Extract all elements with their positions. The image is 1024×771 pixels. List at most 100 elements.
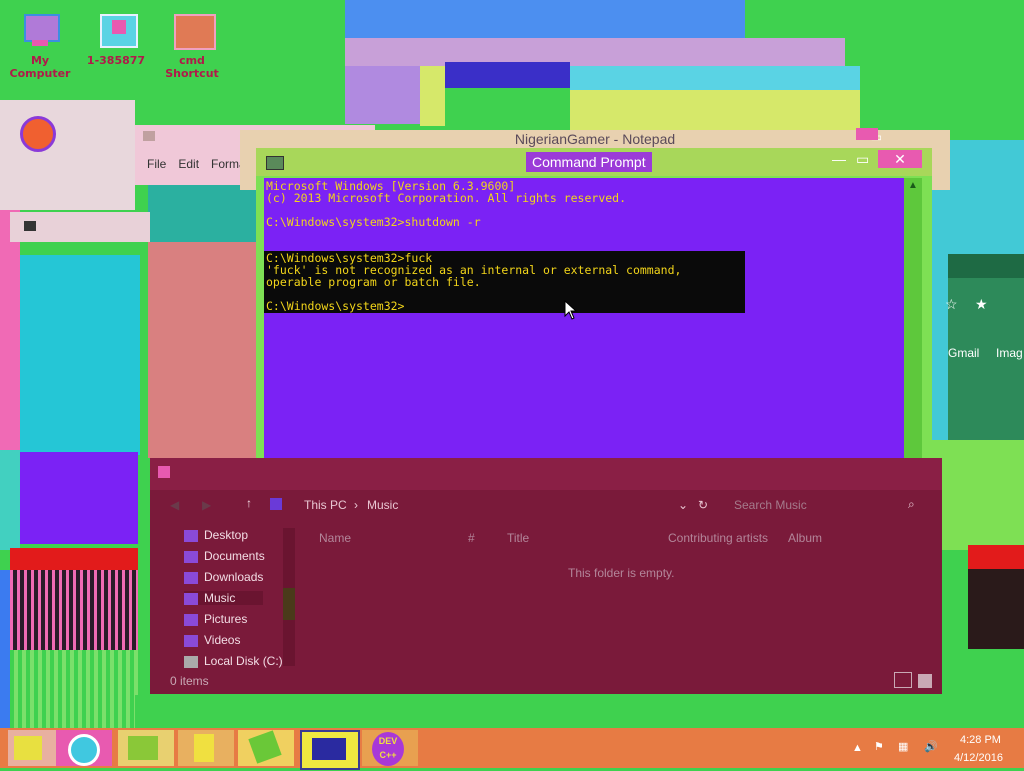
cmd-output: Microsoft Windows [Version 6.3.9600] (c)…	[266, 180, 681, 312]
console-window-fragment[interactable]	[10, 212, 150, 242]
chevron-down-icon[interactable]: ⌄	[678, 498, 688, 512]
taskbar-notepad[interactable]	[178, 730, 234, 766]
close-button[interactable]	[856, 128, 878, 140]
music-folder-icon	[270, 498, 282, 510]
tray-date[interactable]: 4/12/2016	[954, 752, 1003, 764]
nav-item-pictures[interactable]: Pictures	[184, 612, 247, 626]
address-bar[interactable]: ◀ ▶ ↑ This PC › Music ⌄ ↻ Search Music ⌕	[150, 490, 942, 520]
column-title[interactable]: Title	[507, 531, 529, 545]
notepad-title: NigerianGamer - Notepad	[514, 131, 676, 147]
bg-block	[570, 90, 860, 130]
scroll-thumb[interactable]	[283, 588, 295, 620]
nav-label: Pictures	[204, 612, 248, 626]
column-number[interactable]: #	[468, 531, 475, 545]
bg-block	[0, 450, 20, 550]
menu-edit[interactable]: Edit	[178, 157, 199, 171]
back-icon[interactable]: ◀	[170, 498, 179, 512]
bg-block	[420, 66, 445, 126]
nav-scrollbar[interactable]	[283, 528, 295, 666]
cmd-titlebar[interactable]: Command Prompt — ▭ ✕	[256, 148, 932, 176]
large-icons-view-icon[interactable]	[918, 674, 932, 688]
desktop-icon	[184, 529, 198, 542]
firefox-icon	[14, 112, 56, 152]
nav-label: Desktop	[204, 528, 249, 542]
nav-item-documents[interactable]: Documents	[184, 549, 265, 563]
bg-block	[135, 695, 970, 728]
column-album[interactable]: Album	[788, 531, 822, 545]
nav-item-local-disk[interactable]: Local Disk (C:)	[184, 654, 283, 668]
console-icon	[312, 738, 346, 760]
desktop-icon-my-computer[interactable]: My Computer	[0, 12, 80, 80]
images-link[interactable]: Imag	[996, 346, 1023, 360]
bg-block	[968, 545, 1024, 569]
command-prompt-window[interactable]: Command Prompt — ▭ ✕ Microsoft Windows […	[256, 148, 932, 488]
taskbar-winrar[interactable]	[238, 730, 294, 766]
desktop-icon-label: My Computer	[9, 54, 71, 80]
taskbar-chrome[interactable]	[56, 730, 112, 766]
bg-block	[968, 569, 1024, 649]
menu-file[interactable]: File	[147, 157, 166, 171]
bg-block	[20, 255, 140, 455]
taskbar-file-manager[interactable]	[118, 730, 174, 766]
desktop-icon-firefox[interactable]	[4, 112, 64, 154]
terminal-icon	[172, 12, 216, 50]
show-hidden-icons[interactable]: ▲	[852, 742, 863, 754]
bookmark-icon[interactable]: ☆	[945, 296, 958, 313]
gmail-link[interactable]: Gmail	[948, 346, 979, 360]
cmd-output-area[interactable]: Microsoft Windows [Version 6.3.9600] (c)…	[264, 178, 912, 480]
pictures-icon	[184, 613, 198, 626]
taskbar-command-prompt[interactable]	[300, 730, 360, 770]
close-button[interactable]: ✕	[878, 150, 922, 168]
volume-icon[interactable]: 🔊	[924, 740, 938, 753]
network-icon[interactable]: ▦	[898, 740, 908, 753]
chevron-up-icon[interactable]: ▲	[908, 180, 918, 191]
desktop-icon-cmd-shortcut[interactable]: cmd Shortcut	[152, 12, 232, 80]
nav-item-downloads[interactable]: Downloads	[184, 570, 263, 584]
cmd-line: (c) 2013 Microsoft Corporation. All righ…	[266, 191, 627, 205]
star-icon[interactable]: ★	[975, 296, 988, 313]
maximize-button[interactable]: ▭	[856, 150, 869, 168]
desktop-icon-label: 1-385877	[86, 54, 146, 67]
bg-block	[20, 452, 138, 544]
desktop-icon-file[interactable]: 1-385877	[76, 12, 156, 67]
bg-block	[345, 38, 845, 66]
nav-item-desktop[interactable]: Desktop	[184, 528, 248, 542]
breadcrumb-this-pc[interactable]: This PC	[304, 498, 347, 512]
nav-label: Videos	[204, 633, 241, 647]
cmd-line: C:\Windows\system32>shutdown -r	[266, 215, 481, 229]
search-input[interactable]: Search Music	[734, 498, 807, 512]
column-contributing-artists[interactable]: Contributing artists	[668, 531, 768, 545]
chrome-icon	[68, 734, 100, 766]
column-name[interactable]: Name	[319, 531, 351, 545]
downloads-icon	[184, 571, 198, 584]
folder-icon	[14, 736, 42, 760]
nav-item-music[interactable]: Music	[184, 591, 264, 605]
forward-icon[interactable]: ▶	[202, 498, 211, 512]
desktop-icon-label: cmd Shortcut	[165, 54, 219, 80]
nav-item-videos[interactable]: Videos	[184, 633, 240, 647]
file-manager-icon	[128, 736, 158, 760]
folder-icon	[158, 466, 170, 478]
explorer-titlebar[interactable]	[150, 458, 942, 490]
flag-icon[interactable]: ⚑	[874, 740, 884, 753]
breadcrumb-separator: ›	[354, 498, 358, 512]
documents-icon	[184, 550, 198, 563]
details-view-icon[interactable]	[894, 672, 912, 688]
minimize-button[interactable]: —	[832, 150, 846, 168]
bg-block	[570, 66, 860, 90]
bg-block	[0, 210, 20, 450]
file-explorer-window[interactable]: ◀ ▶ ↑ This PC › Music ⌄ ↻ Search Music ⌕…	[150, 458, 942, 694]
taskbar-devcpp[interactable]: DEV C++	[362, 730, 418, 766]
breadcrumb-music[interactable]: Music	[367, 498, 398, 512]
tray-time[interactable]: 4:28 PM	[960, 734, 1001, 746]
refresh-icon[interactable]: ↻	[698, 498, 708, 512]
cmd-scrollbar[interactable]: ▲ ▼	[904, 178, 922, 480]
devcpp-icon: DEV C++	[372, 732, 404, 766]
bg-block	[948, 254, 1024, 278]
videos-icon	[184, 634, 198, 647]
status-item-count: 0 items	[170, 674, 209, 688]
up-arrow-icon[interactable]: ↑	[246, 496, 252, 510]
search-icon[interactable]: ⌕	[908, 497, 915, 512]
console-icon	[266, 156, 284, 170]
music-icon	[184, 592, 198, 605]
